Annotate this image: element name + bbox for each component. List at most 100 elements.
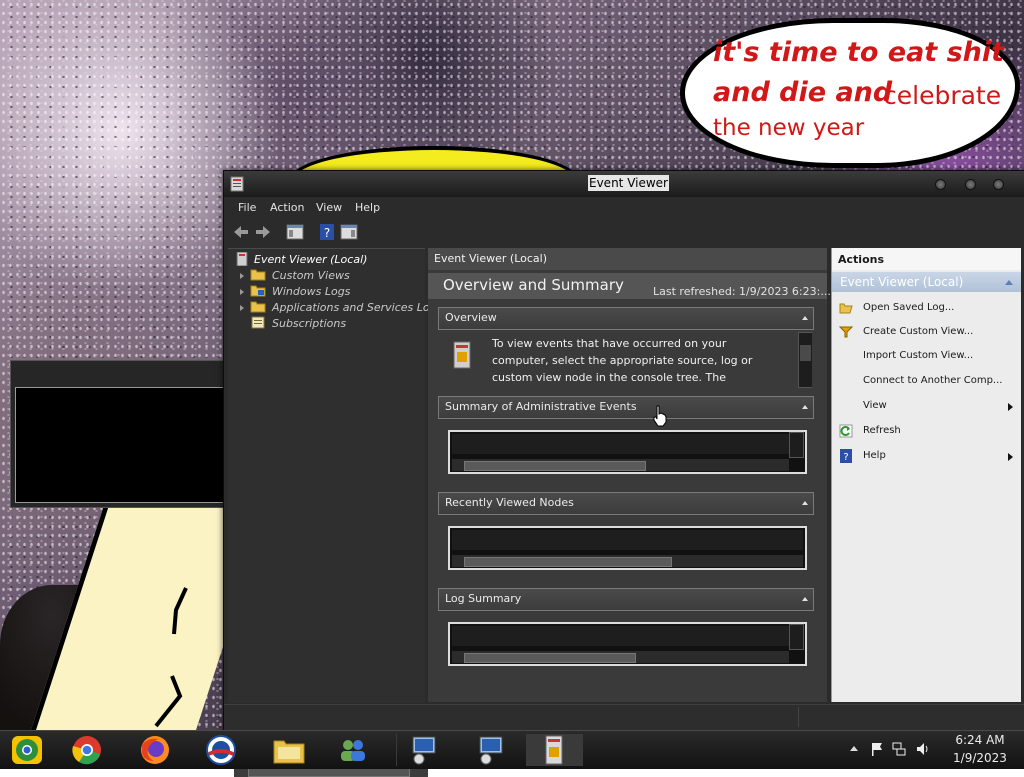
event-viewer-app-icon — [230, 176, 244, 192]
bubble-text-line1: it's time to eat shit — [713, 37, 1005, 68]
grid-column-headers — [452, 434, 789, 454]
tree-node-custom-views[interactable]: Custom Views — [272, 269, 350, 282]
obama-logo-icon — [206, 735, 236, 765]
action-create-custom-view[interactable]: Create Custom View... — [832, 322, 1021, 344]
bubble-text-line2-tail: celebrate — [883, 81, 1002, 110]
menu-help[interactable]: Help — [355, 201, 380, 214]
tree-expander-custom-views[interactable] — [240, 273, 244, 279]
taskbar-app-remote-desktop[interactable] — [396, 734, 453, 766]
log-summary-grid[interactable] — [448, 622, 807, 666]
help-icon[interactable]: ? — [318, 223, 336, 241]
submenu-arrow-icon — [1008, 403, 1013, 411]
status-bar — [224, 704, 1024, 731]
event-log-icon — [453, 341, 471, 369]
collapse-chevron-icon[interactable] — [802, 597, 808, 601]
network-icon[interactable] — [892, 742, 906, 756]
subscriptions-icon — [251, 316, 265, 329]
collapse-chevron-icon[interactable] — [802, 405, 808, 409]
show-hidden-icons-chevron-icon[interactable] — [850, 746, 858, 751]
action-center-flag-icon[interactable] — [870, 742, 884, 756]
admin-events-grid[interactable] — [448, 430, 807, 474]
taskbar-app-obama[interactable] — [194, 734, 250, 766]
svg-text:?: ? — [324, 226, 330, 240]
section-log-summary[interactable]: Log Summary — [438, 588, 814, 611]
action-refresh[interactable]: Refresh — [832, 421, 1021, 443]
menu-bar: File Action View Help — [224, 198, 1024, 220]
grid-horizontal-scrollbar[interactable] — [452, 555, 803, 567]
section-recent-nodes-title: Recently Viewed Nodes — [445, 496, 574, 509]
taskbar-app-file-explorer[interactable] — [262, 734, 318, 766]
action-label: Refresh — [863, 425, 901, 436]
svg-text:?: ? — [843, 452, 848, 463]
action-connect-another-computer[interactable]: Connect to Another Comp... — [832, 371, 1021, 393]
tree-expander-app-services-logs[interactable] — [240, 305, 244, 311]
taskbar-app-chrome[interactable] — [60, 734, 116, 766]
volume-icon[interactable] — [916, 742, 930, 756]
overview-body: To view events that have occurred on you… — [438, 332, 812, 388]
firefox-icon — [141, 736, 169, 764]
scroll-thumb[interactable] — [464, 461, 646, 471]
menu-file[interactable]: File — [238, 201, 256, 214]
hand-cursor-icon — [653, 405, 667, 427]
center-header-title: Event Viewer (Local) — [434, 252, 547, 265]
taskbar-app-remote-desktop-2[interactable] — [464, 734, 520, 766]
action-label: Import Custom View... — [863, 350, 974, 361]
grid-vertical-scrollbar[interactable] — [789, 624, 804, 650]
actions-group-title: Event Viewer (Local) — [840, 275, 964, 289]
close-button[interactable] — [993, 179, 1004, 190]
tree-expander-windows-logs[interactable] — [240, 289, 244, 295]
collapse-chevron-icon[interactable] — [802, 316, 808, 320]
action-view[interactable]: View — [832, 396, 1021, 418]
folder-icon — [250, 301, 266, 313]
clock-time[interactable]: 6:24 AM — [955, 733, 1005, 747]
chrome-alt-icon — [12, 736, 42, 764]
tree-node-event-viewer-local[interactable]: Event Viewer (Local) — [254, 253, 367, 266]
taskbar-app-event-viewer[interactable] — [526, 734, 583, 766]
forward-arrow-icon[interactable] — [254, 223, 272, 241]
action-open-saved-log[interactable]: Open Saved Log... — [832, 298, 1021, 320]
tree-node-windows-logs[interactable]: Windows Logs — [272, 285, 350, 298]
section-recent-nodes[interactable]: Recently Viewed Nodes — [438, 492, 814, 515]
actions-title: Actions — [838, 253, 884, 266]
action-label: Help — [863, 450, 886, 461]
center-pane-header: Event Viewer (Local) — [428, 248, 827, 270]
grid-vertical-scrollbar[interactable] — [789, 432, 804, 458]
back-arrow-icon[interactable] — [232, 223, 250, 241]
maximize-button[interactable] — [965, 179, 976, 190]
taskbar-app-firefox[interactable] — [128, 734, 184, 766]
collapse-chevron-icon[interactable] — [1005, 280, 1013, 285]
scroll-thumb[interactable] — [800, 345, 811, 361]
background-window-content — [15, 387, 225, 503]
scroll-thumb[interactable] — [464, 653, 636, 663]
filter-icon — [839, 326, 853, 338]
grid-horizontal-scrollbar[interactable] — [452, 651, 789, 663]
menu-action[interactable]: Action — [270, 201, 304, 214]
collapse-chevron-icon[interactable] — [802, 501, 808, 505]
event-viewer-window: Event Viewer File Action View Help ? Eve… — [223, 170, 1024, 777]
show-hide-action-pane-icon[interactable] — [340, 223, 358, 241]
summary-content: Overview To view events that have occurr… — [428, 299, 827, 698]
show-hide-tree-icon[interactable] — [286, 223, 304, 241]
minimize-button[interactable] — [935, 179, 946, 190]
title-bar[interactable]: Event Viewer — [224, 171, 1024, 197]
actions-group-header[interactable]: Event Viewer (Local) — [832, 272, 1021, 292]
overview-scrollbar[interactable] — [798, 332, 812, 388]
overview-banner: Overview and Summary Last refreshed: 1/9… — [428, 273, 831, 299]
bubble-text-line3: the new year — [713, 115, 865, 141]
action-help[interactable]: ? Help — [832, 446, 1021, 468]
tree-node-applications-services-logs[interactable]: Applications and Services Logs — [272, 301, 442, 314]
taskbar-app-network-users[interactable] — [326, 734, 382, 766]
action-import-custom-view[interactable]: Import Custom View... — [832, 346, 1021, 368]
taskbar-app-chrome-alt[interactable] — [0, 734, 56, 766]
event-viewer-icon — [545, 735, 563, 765]
scroll-thumb[interactable] — [464, 557, 672, 567]
background-window[interactable] — [10, 360, 230, 508]
tree-node-subscriptions[interactable]: Subscriptions — [272, 317, 346, 330]
grid-horizontal-scrollbar[interactable] — [452, 459, 789, 471]
section-admin-events[interactable]: Summary of Administrative Events — [438, 396, 814, 419]
clock-date[interactable]: 1/9/2023 — [947, 751, 1013, 765]
chrome-icon — [72, 736, 101, 765]
menu-view[interactable]: View — [316, 201, 342, 214]
recent-nodes-grid[interactable] — [448, 526, 807, 570]
section-overview[interactable]: Overview — [438, 307, 814, 330]
